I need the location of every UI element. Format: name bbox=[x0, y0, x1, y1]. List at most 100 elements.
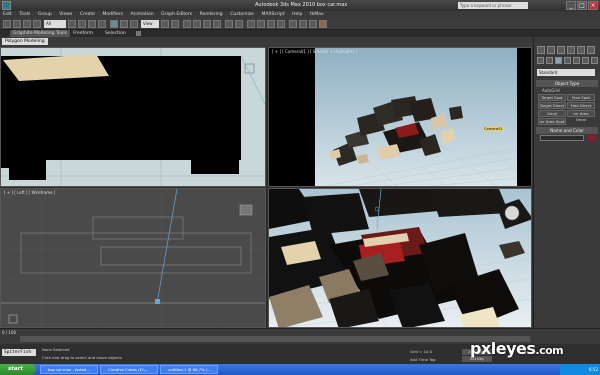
cameras-icon[interactable] bbox=[564, 57, 571, 64]
align-icon[interactable] bbox=[235, 20, 243, 28]
tab-graphite-modeling-tools[interactable]: Graphite Modeling Tools bbox=[10, 30, 71, 37]
spinner-snap-icon[interactable] bbox=[213, 20, 221, 28]
viewport-camera[interactable]: [ + ] [ Camera01 ] [ Smooth + Highlights… bbox=[268, 47, 532, 187]
graphite-toggle-icon[interactable] bbox=[257, 20, 265, 28]
render-teapot-icon[interactable] bbox=[319, 20, 327, 28]
frame-counter[interactable]: 0 / 100 bbox=[2, 330, 16, 335]
menu-rendering[interactable]: Rendering bbox=[197, 11, 226, 18]
select-object-icon[interactable] bbox=[68, 20, 76, 28]
watermark-text: pxleyes bbox=[470, 339, 536, 358]
omni-button[interactable]: Omni bbox=[538, 110, 566, 117]
target-spot-button[interactable]: Target Spot bbox=[538, 94, 566, 101]
scale-icon[interactable] bbox=[130, 20, 138, 28]
angle-snap-icon[interactable] bbox=[193, 20, 201, 28]
menu-tools[interactable]: Tools bbox=[16, 11, 33, 18]
viewport-top[interactable] bbox=[0, 47, 266, 187]
menu-create[interactable]: Create bbox=[77, 11, 98, 18]
menu-views[interactable]: Views bbox=[56, 11, 75, 18]
snap-icon[interactable] bbox=[183, 20, 191, 28]
utilities-tab-icon[interactable] bbox=[587, 46, 595, 54]
menu-modifiers[interactable]: Modifiers bbox=[99, 11, 126, 18]
menu-help[interactable]: Help bbox=[289, 11, 305, 18]
menu-customize[interactable]: Customize bbox=[227, 11, 257, 18]
timeline-track[interactable] bbox=[20, 336, 530, 342]
selection-filter-dropdown[interactable]: All bbox=[44, 20, 66, 28]
category-dropdown[interactable]: Standard bbox=[537, 69, 595, 76]
object-name-field[interactable] bbox=[540, 135, 584, 141]
window-crossing-icon[interactable] bbox=[98, 20, 106, 28]
systems-icon[interactable] bbox=[591, 57, 598, 64]
menu-group[interactable]: Group bbox=[35, 11, 55, 18]
maximize-button[interactable]: □ bbox=[577, 1, 587, 10]
left-viewport-label[interactable]: [ + ] [ Left ] [ Wireframe ] bbox=[4, 190, 55, 195]
tab-freeform[interactable]: Freeform bbox=[70, 30, 96, 37]
grid-readout: Grid = 10.0 bbox=[410, 349, 433, 354]
menu-animation[interactable]: Animation bbox=[128, 11, 157, 18]
add-time-tag[interactable]: Add Time Tag bbox=[410, 357, 435, 362]
window-title: Autodesk 3ds Max 2010 box car.max bbox=[255, 2, 348, 8]
space-warps-icon[interactable] bbox=[582, 57, 589, 64]
percent-snap-icon[interactable] bbox=[203, 20, 211, 28]
task-3dsmax[interactable]: box car.max - Autod... bbox=[40, 365, 98, 374]
mr-area-omni-button[interactable]: mr Area Omni bbox=[567, 110, 595, 122]
top-viewport-scene bbox=[1, 48, 265, 186]
task-creative-cubes[interactable]: Creative Cubes (E:\... bbox=[100, 365, 158, 374]
modify-tab-icon[interactable] bbox=[547, 46, 555, 54]
layer-manager-icon[interactable] bbox=[247, 20, 255, 28]
target-direct-button[interactable]: Target Direct bbox=[538, 102, 566, 109]
geometry-icon[interactable] bbox=[537, 57, 544, 64]
free-direct-button[interactable]: Free Direct bbox=[567, 102, 595, 109]
left-viewport-scene bbox=[1, 189, 265, 327]
ribbon bbox=[0, 37, 533, 47]
pivot-icon[interactable] bbox=[161, 20, 169, 28]
display-tab-icon[interactable] bbox=[577, 46, 585, 54]
menu-edit[interactable]: Edit bbox=[0, 11, 15, 18]
material-editor-icon[interactable] bbox=[289, 20, 297, 28]
manipulate-icon[interactable] bbox=[171, 20, 179, 28]
undo-icon[interactable] bbox=[3, 20, 11, 28]
ribbon-minimize-icon[interactable] bbox=[136, 31, 141, 36]
autogrid-checkbox[interactable]: AutoGrid bbox=[542, 88, 560, 93]
motion-tab-icon[interactable] bbox=[567, 46, 575, 54]
create-tab-icon[interactable] bbox=[537, 46, 545, 54]
start-button[interactable]: start bbox=[0, 364, 36, 375]
viewport-perspective[interactable] bbox=[268, 188, 532, 328]
link-icon[interactable] bbox=[23, 20, 31, 28]
schematic-view-icon[interactable] bbox=[277, 20, 285, 28]
render-setup-icon[interactable] bbox=[299, 20, 307, 28]
mirror-icon[interactable] bbox=[225, 20, 233, 28]
task-untitled[interactable]: untitled-1 @ 66.7% (... bbox=[160, 365, 218, 374]
move-icon[interactable] bbox=[110, 20, 118, 28]
redo-icon[interactable] bbox=[13, 20, 21, 28]
lights-icon[interactable] bbox=[555, 57, 562, 64]
curve-editor-icon[interactable] bbox=[267, 20, 275, 28]
menu-maxscript[interactable]: MAXScript bbox=[258, 11, 287, 18]
camera-viewport-scene bbox=[269, 48, 531, 186]
search-input[interactable]: Type a keyword or phrase bbox=[458, 2, 528, 9]
tab-polygon-modeling[interactable]: Polygon Modeling bbox=[2, 38, 48, 45]
app-menu-icon[interactable] bbox=[2, 1, 11, 10]
menu-tkmax[interactable]: tkMax bbox=[307, 11, 327, 18]
camera-viewport-label[interactable]: [ + ] [ Camera01 ] [ Smooth + Highlights… bbox=[272, 49, 357, 54]
hierarchy-tab-icon[interactable] bbox=[557, 46, 565, 54]
object-color-swatch[interactable] bbox=[587, 135, 595, 141]
mr-area-spot-button[interactable]: mr Area Spot bbox=[538, 118, 566, 125]
minimize-button[interactable]: _ bbox=[566, 1, 576, 10]
reference-coord-dropdown[interactable]: View bbox=[141, 20, 159, 28]
shapes-icon[interactable] bbox=[546, 57, 553, 64]
unlink-icon[interactable] bbox=[33, 20, 41, 28]
menu-bar: Edit Tools Group Views Create Modifiers … bbox=[0, 11, 600, 18]
free-spot-button[interactable]: Free Spot bbox=[567, 94, 595, 101]
maxscript-listener[interactable]: SpiterFish bbox=[2, 349, 36, 356]
rect-selection-icon[interactable] bbox=[88, 20, 96, 28]
close-button[interactable]: × bbox=[588, 1, 598, 10]
viewport-left[interactable]: [ + ] [ Left ] [ Wireframe ] bbox=[0, 188, 266, 328]
helpers-icon[interactable] bbox=[573, 57, 580, 64]
rendered-frame-icon[interactable] bbox=[309, 20, 317, 28]
tab-selection[interactable]: Selection bbox=[102, 30, 129, 37]
select-by-name-icon[interactable] bbox=[78, 20, 86, 28]
name-and-color-rollout-header[interactable]: Name and Color bbox=[536, 127, 598, 134]
menu-graph-editors[interactable]: Graph Editors bbox=[158, 11, 195, 18]
object-type-rollout-header[interactable]: Object Type bbox=[536, 80, 598, 87]
rotate-icon[interactable] bbox=[120, 20, 128, 28]
